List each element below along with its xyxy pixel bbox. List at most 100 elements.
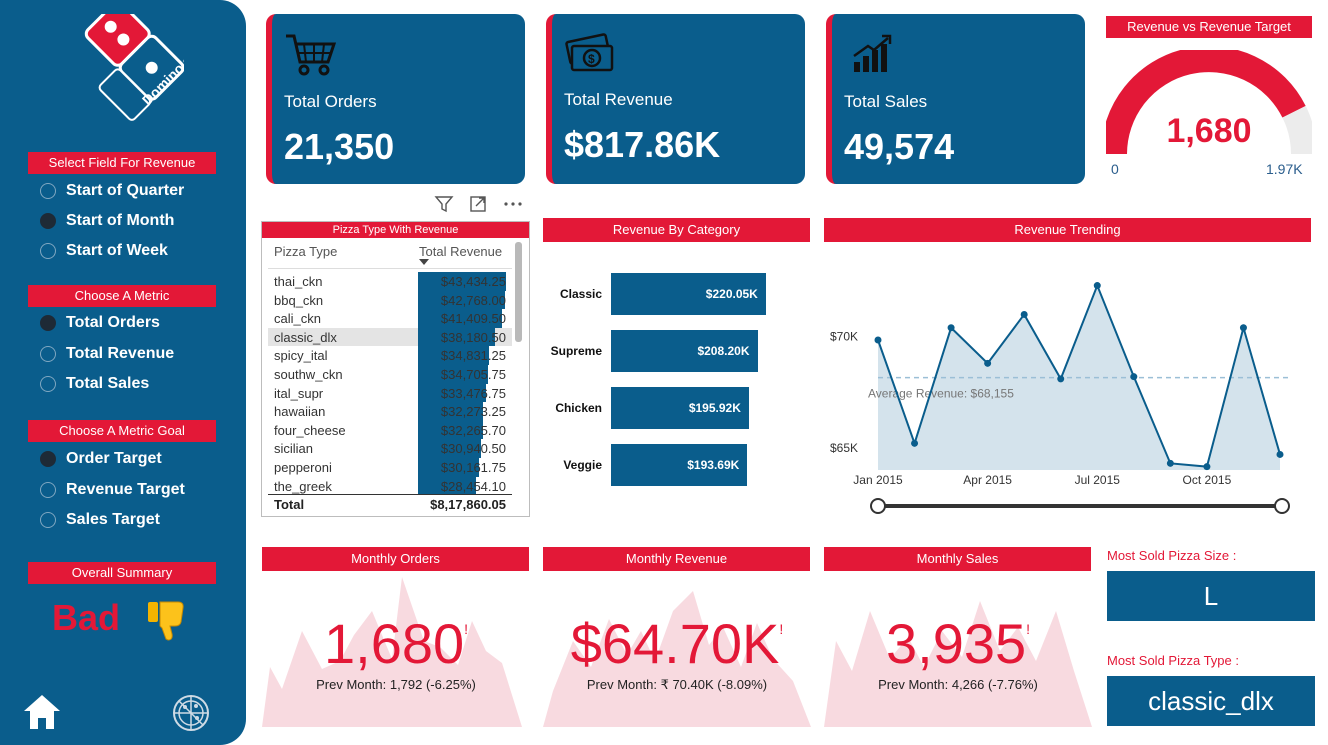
radio-label: Start of Week — [66, 242, 168, 259]
monthly-revenue-card: Monthly Revenue $64.70K! Prev Month: ₹ 7… — [543, 547, 811, 727]
focus-mode-icon[interactable] — [468, 194, 488, 214]
kpi-total-revenue: $ Total Revenue $817.86K — [546, 14, 805, 184]
svg-text:$: $ — [588, 52, 595, 66]
revenue-point[interactable] — [1166, 459, 1174, 467]
gauge-title: Revenue vs Revenue Target — [1106, 16, 1312, 38]
pizza-icon[interactable] — [172, 694, 210, 732]
category-bar[interactable]: $208.20K — [611, 330, 758, 372]
total-revenue-cell: $34,705.75 — [440, 367, 506, 382]
radio-label: Start of Month — [66, 212, 175, 229]
pizza-type-cell: four_cheese — [274, 422, 346, 438]
card-value-text: $64.70K — [570, 612, 780, 675]
revenue-point[interactable] — [1093, 282, 1101, 290]
table-row[interactable]: southw_ckn $34,705.75 — [268, 365, 512, 384]
category-bar[interactable]: $193.69K — [611, 444, 748, 486]
total-revenue-cell: $33,476.75 — [440, 385, 506, 401]
total-revenue-cell: $41,409.50 — [440, 311, 506, 327]
total-revenue-cell: $38,180.50 — [440, 329, 506, 345]
table-row[interactable]: ital_supr $33,476.75 — [268, 383, 512, 403]
table-row[interactable]: classic_dlx $38,180.50 — [268, 327, 512, 347]
radio-order-target[interactable]: Order Target — [40, 448, 162, 470]
radio-label: Sales Target — [66, 511, 160, 528]
revenue-point[interactable] — [947, 324, 955, 332]
filter-icon[interactable] — [434, 194, 454, 214]
card-prev-month: Prev Month: 4,266 (-7.76%) — [878, 677, 1038, 692]
radio-indicator-selected — [40, 213, 56, 229]
metric-goal-header: Choose A Metric Goal — [28, 420, 216, 442]
most-sold-type-label: Most Sold Pizza Type : — [1107, 653, 1239, 668]
revenue-point[interactable] — [1203, 463, 1211, 471]
kpi-label: Total Orders — [284, 92, 377, 111]
x-tick-label: Apr 2015 — [963, 473, 1012, 487]
card-alert-flag: ! — [464, 621, 469, 637]
category-tick-label: Supreme — [550, 344, 602, 358]
radio-total-revenue[interactable]: Total Revenue — [40, 343, 174, 365]
radio-total-orders[interactable]: Total Orders — [40, 312, 160, 334]
revenue-trending-chart: Average Revenue: $68,155 $65K $70K Jan 2015… — [830, 282, 1290, 514]
revenue-point[interactable] — [911, 439, 919, 447]
card-value-text: 1,680 — [323, 612, 465, 675]
header-separator — [268, 268, 512, 269]
most-sold-type-value: classic_dlx — [1107, 676, 1315, 726]
table-row[interactable]: four_cheese $32,265.70 — [268, 420, 512, 440]
radio-sales-target[interactable]: Sales Target — [40, 509, 160, 531]
revenue-point[interactable] — [1057, 375, 1065, 383]
radio-label: Revenue Target — [66, 481, 185, 498]
card-title: Monthly Orders — [262, 547, 529, 571]
more-options-icon[interactable] — [502, 194, 524, 214]
home-icon[interactable] — [22, 692, 62, 732]
total-label: Total — [274, 497, 305, 512]
slider-end-handle[interactable] — [1274, 498, 1290, 514]
revenue-point[interactable] — [1239, 324, 1247, 332]
category-bar[interactable]: $220.05K — [611, 273, 766, 315]
revenue-point[interactable] — [1276, 450, 1284, 458]
radio-total-sales[interactable]: Total Sales — [40, 373, 149, 395]
metric-header: Choose A Metric — [28, 285, 216, 307]
radio-indicator — [40, 243, 56, 259]
table-row[interactable]: hawaiian $32,273.25 — [268, 402, 512, 421]
table-row[interactable]: pepperoni $30,161.75 — [268, 458, 512, 477]
revenue-point[interactable] — [1020, 310, 1028, 318]
category-tick-label: Veggie — [563, 458, 602, 472]
column-header-total-revenue[interactable]: Total Revenue — [419, 244, 502, 259]
revenue-point[interactable] — [874, 336, 882, 344]
card-title: Monthly Sales — [824, 547, 1091, 571]
revenue-point[interactable] — [984, 359, 992, 367]
card-prev-month: Prev Month: 1,792 (-6.25%) — [316, 677, 476, 692]
gauge-min: 0 — [1111, 161, 1119, 177]
kpi-label: Total Revenue — [564, 90, 673, 109]
category-chart-title: Revenue By Category — [543, 218, 810, 242]
average-line-label: Average Revenue: $68,155 — [868, 387, 1014, 401]
pizza-type-cell: the_greek — [274, 478, 332, 494]
total-revenue-cell: $32,265.70 — [440, 422, 506, 438]
column-header-pizza-type[interactable]: Pizza Type — [274, 244, 337, 259]
table-row[interactable]: cali_ckn $41,409.50 — [268, 309, 512, 328]
radio-revenue-target[interactable]: Revenue Target — [40, 479, 185, 501]
table-row[interactable]: bbq_ckn $42,768.00 — [268, 290, 512, 310]
y-tick-label: $70K — [830, 330, 858, 344]
radio-start-of-quarter[interactable]: Start of Quarter — [40, 180, 184, 202]
table-title: Pizza Type With Revenue — [262, 222, 529, 238]
pizza-type-cell: thai_ckn — [274, 274, 323, 289]
table-row[interactable]: spicy_ital $34,831.25 — [268, 346, 512, 365]
table-row[interactable]: the_greek $28,454.10 — [268, 476, 512, 496]
kpi-value: 49,574 — [844, 126, 955, 167]
category-bar[interactable]: $195.92K — [611, 387, 749, 429]
kpi-label: Total Sales — [844, 92, 928, 111]
radio-indicator-selected — [40, 451, 56, 467]
revenue-point[interactable] — [1130, 373, 1138, 381]
pizza-type-cell: ital_supr — [274, 385, 324, 401]
gauge-value: 1,680 — [1166, 112, 1252, 150]
slider-start-handle[interactable] — [870, 498, 886, 514]
card-title: Monthly Revenue — [543, 547, 810, 571]
kpi-value: $817.86K — [564, 124, 721, 165]
radio-start-of-month[interactable]: Start of Month — [40, 210, 174, 232]
radio-start-of-week[interactable]: Start of Week — [40, 240, 168, 262]
card-value: 1,680! — [262, 611, 530, 676]
table-total-row: Total $8,17,860.05 — [268, 494, 512, 514]
radio-indicator — [40, 346, 56, 362]
table-row[interactable]: sicilian $30,940.50 — [268, 439, 512, 458]
table-scrollbar[interactable] — [515, 242, 522, 342]
card-alert-flag: ! — [1026, 621, 1031, 637]
table-row[interactable]: thai_ckn $43,434.25 — [268, 272, 512, 291]
